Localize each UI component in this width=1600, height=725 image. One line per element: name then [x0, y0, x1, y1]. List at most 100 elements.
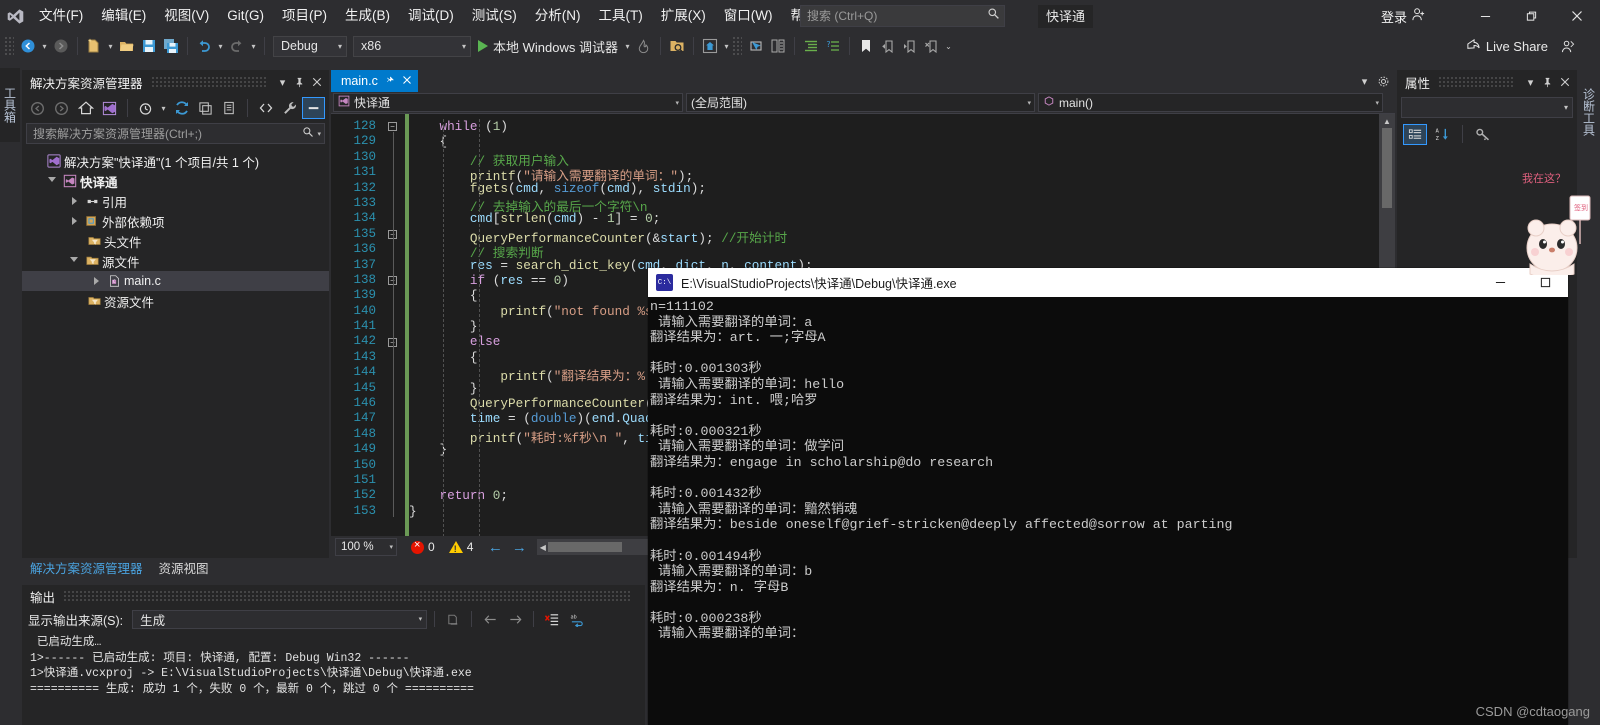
- collapse-all-icon[interactable]: [194, 97, 217, 119]
- start-debug-button[interactable]: 本地 Windows 调试器: [474, 35, 622, 57]
- console-output[interactable]: n=111102 请输入需要翻译的单词：a 翻译结果为：art. 一;字母A 耗时…: [648, 297, 1568, 642]
- pin-icon[interactable]: [1539, 72, 1556, 92]
- hot-reload-icon[interactable]: [633, 35, 655, 57]
- chevron-down-icon[interactable]: ▾: [1356, 71, 1373, 91]
- save-all-icon[interactable]: [160, 35, 182, 57]
- menu-tools[interactable]: 工具(T): [590, 0, 652, 32]
- solution-icon[interactable]: [98, 97, 121, 119]
- diagnostic-tools-vertical-tab[interactable]: 诊断工具: [1578, 66, 1600, 158]
- refresh-icon[interactable]: [170, 97, 193, 119]
- nav-scope-combo[interactable]: (全局范围) ▾: [686, 93, 1035, 112]
- gear-icon[interactable]: [1375, 71, 1392, 91]
- new-project-icon[interactable]: [83, 35, 105, 57]
- solution-name-chip[interactable]: 快译通: [1038, 5, 1094, 28]
- configuration-combo[interactable]: Debug ▾: [273, 35, 347, 57]
- close-icon[interactable]: [402, 74, 412, 88]
- output-source-combo[interactable]: 生成 ▾: [132, 609, 428, 629]
- next-bookmark-icon[interactable]: [899, 35, 921, 57]
- global-search-box[interactable]: [800, 5, 1005, 27]
- categorized-view-icon[interactable]: [1403, 123, 1427, 145]
- editor-tab-main-c[interactable]: main.c: [331, 70, 418, 92]
- menu-project[interactable]: 项目(P): [273, 0, 336, 32]
- fold-margin[interactable]: − − − −: [383, 114, 405, 537]
- tree-node-references[interactable]: 引用: [22, 191, 329, 211]
- menu-build[interactable]: 生成(B): [336, 0, 399, 32]
- twisty-open-icon[interactable]: [44, 171, 60, 191]
- forward-icon[interactable]: [50, 97, 73, 119]
- solution-search-input[interactable]: [33, 126, 303, 141]
- new-project-dropdown-icon[interactable]: ▾: [105, 35, 116, 57]
- properties-page-icon[interactable]: [218, 97, 241, 119]
- properties-object-combo[interactable]: ▾: [1401, 97, 1573, 118]
- alphabetical-sort-icon[interactable]: AZ: [1430, 124, 1454, 145]
- nav-project-combo[interactable]: 快译通 ▾: [333, 93, 683, 112]
- find-message-icon[interactable]: [442, 609, 464, 629]
- zoom-level-combo[interactable]: 100 % ▾: [335, 538, 397, 556]
- toolbar-grip[interactable]: [4, 36, 14, 56]
- redo-dropdown-icon[interactable]: ▾: [248, 35, 259, 57]
- tab-resource-view[interactable]: 资源视图: [151, 558, 217, 580]
- account-button[interactable]: 登录: [1375, 0, 1432, 32]
- send-feedback-icon[interactable]: [1556, 35, 1578, 57]
- pin-icon[interactable]: [385, 74, 395, 88]
- panel-drag-dots[interactable]: [150, 76, 266, 88]
- indent-lines-icon[interactable]: [800, 35, 822, 57]
- live-share-button[interactable]: Live Share: [1466, 36, 1548, 57]
- toolbar-grip-2[interactable]: [731, 36, 742, 56]
- tab-solution-explorer[interactable]: 解决方案资源管理器: [22, 558, 151, 580]
- menu-window[interactable]: 窗口(W): [715, 0, 782, 32]
- undo-icon[interactable]: [193, 35, 215, 57]
- navigate-back-icon[interactable]: [17, 35, 39, 57]
- previous-bookmark-icon[interactable]: [877, 35, 899, 57]
- output-text[interactable]: 已启动生成… 1>------ 已启动生成: 项目: 快译通, 配置: Debug…: [22, 631, 645, 697]
- compare-files-icon[interactable]: [767, 35, 789, 57]
- property-pages-key-icon[interactable]: [1471, 124, 1495, 145]
- start-debug-dropdown-icon[interactable]: ▾: [622, 35, 633, 57]
- scroll-left-icon[interactable]: ◀: [537, 543, 548, 552]
- wrench-icon[interactable]: [278, 97, 301, 119]
- tree-node-resource-files[interactable]: 资源文件: [22, 291, 329, 311]
- solution-explorer-search[interactable]: ▾: [26, 123, 325, 144]
- show-all-files-icon[interactable]: [254, 97, 277, 119]
- tree-node-external-deps[interactable]: 外部依赖项: [22, 211, 329, 231]
- menu-view[interactable]: 视图(V): [155, 0, 218, 32]
- menu-analyze[interactable]: 分析(N): [526, 0, 590, 32]
- toolbox-vertical-tab[interactable]: 工具箱: [0, 68, 20, 142]
- menu-extensions[interactable]: 扩展(X): [652, 0, 715, 32]
- tree-node-project[interactable]: 快译通: [22, 171, 329, 191]
- menu-git[interactable]: Git(G): [218, 0, 273, 32]
- close-icon[interactable]: [1554, 0, 1600, 32]
- select-element-icon[interactable]: [745, 35, 767, 57]
- twisty-open-icon[interactable]: [66, 251, 82, 271]
- twisty-closed-icon[interactable]: [66, 191, 82, 211]
- home-window-dropdown-icon[interactable]: ▾: [721, 35, 732, 57]
- clear-bookmarks-icon[interactable]: [921, 35, 943, 57]
- twisty-closed-icon[interactable]: [66, 211, 82, 231]
- undo-dropdown-icon[interactable]: ▾: [215, 35, 226, 57]
- save-icon[interactable]: [138, 35, 160, 57]
- chevron-down-icon[interactable]: ▾: [274, 72, 291, 92]
- restore-icon[interactable]: [1508, 0, 1554, 32]
- comment-lines-icon[interactable]: ?: [822, 35, 844, 57]
- menu-test[interactable]: 测试(S): [463, 0, 526, 32]
- menu-debug[interactable]: 调试(D): [399, 0, 463, 32]
- scrollbar-thumb[interactable]: [1382, 128, 1392, 208]
- fold-box-128[interactable]: −: [388, 122, 397, 131]
- tree-node-source-files[interactable]: 源文件: [22, 251, 329, 271]
- close-icon[interactable]: [1556, 72, 1573, 92]
- platform-combo[interactable]: x86 ▾: [353, 35, 471, 57]
- twisty-closed-icon[interactable]: [88, 271, 104, 291]
- close-icon[interactable]: [308, 72, 325, 92]
- toggle-word-wrap-icon[interactable]: ab: [566, 609, 588, 629]
- home-icon[interactable]: [74, 97, 97, 119]
- view-code-icon[interactable]: [302, 97, 325, 119]
- toggle-bookmark-icon[interactable]: [855, 35, 877, 57]
- menu-file[interactable]: 文件(F): [30, 0, 92, 32]
- minimize-icon[interactable]: [1462, 0, 1508, 32]
- toolbar-overflow-icon[interactable]: ⌄: [943, 35, 954, 57]
- go-to-previous-icon[interactable]: [479, 609, 501, 629]
- error-count-chip[interactable]: 0: [411, 539, 435, 554]
- warning-count-chip[interactable]: 4: [448, 540, 473, 554]
- console-window[interactable]: C:\ E:\VisualStudioProjects\快译通\Debug\快译…: [648, 268, 1568, 725]
- chevron-down-icon[interactable]: ▾: [317, 130, 321, 138]
